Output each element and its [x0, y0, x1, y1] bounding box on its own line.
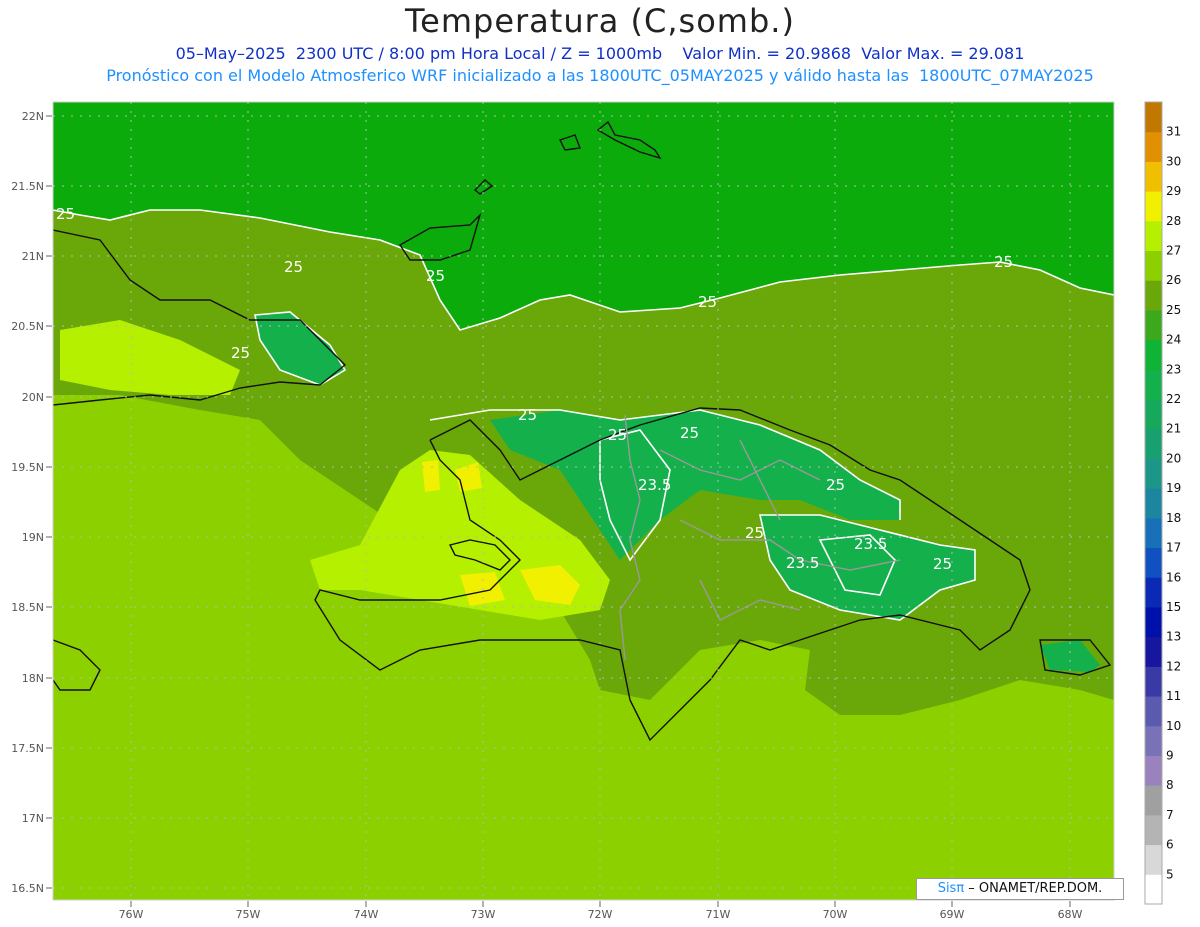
- lat-label: 20N: [22, 391, 44, 404]
- colorbar-label: 29: [1166, 184, 1181, 198]
- colorbar-swatch: [1145, 785, 1162, 816]
- colorbar-swatch: [1145, 399, 1162, 430]
- colorbar-swatch: [1145, 428, 1162, 459]
- contour-label: 25: [698, 293, 717, 311]
- colorbar-swatch: [1145, 250, 1162, 281]
- hot-area-3: [422, 460, 440, 492]
- colorbar-label: 7: [1166, 808, 1174, 822]
- colorbar-swatch: [1145, 517, 1162, 549]
- colorbar-label: 28: [1166, 214, 1181, 228]
- colorbar-label: 27: [1166, 244, 1181, 258]
- colorbar-label: 19: [1166, 481, 1181, 495]
- colorbar-label: 22: [1166, 392, 1181, 406]
- credit-box: Sisπ – ONAMET/REP.DOM.: [916, 878, 1124, 900]
- contour-label: 25: [426, 267, 445, 285]
- colorbar-swatch: [1145, 547, 1162, 578]
- lat-label: 20.5N: [11, 320, 44, 333]
- colorbar-label: 8: [1166, 778, 1174, 792]
- lat-label: 21N: [22, 250, 44, 263]
- credit-brand: Sisπ: [937, 881, 965, 896]
- lon-label: 71W: [706, 908, 731, 921]
- colorbar-swatch: [1145, 874, 1162, 905]
- lat-label: 19.5N: [11, 461, 44, 474]
- colorbar-label: 11: [1166, 689, 1181, 703]
- lon-label: 70W: [823, 908, 848, 921]
- colorbar-label: 30: [1166, 154, 1181, 168]
- lat-label: 17.5N: [11, 742, 44, 755]
- colorbar-label: 5: [1166, 867, 1174, 881]
- lon-label: 74W: [354, 908, 379, 921]
- lat-label: 18.5N: [11, 601, 44, 614]
- lat-label: 18N: [22, 672, 44, 685]
- credit-text: – ONAMET/REP.DOM.: [964, 881, 1103, 896]
- colorbar-swatch: [1145, 458, 1162, 489]
- colorbar-swatch: [1145, 161, 1162, 192]
- lat-label: 22N: [22, 110, 44, 123]
- colorbar-swatch: [1145, 696, 1162, 727]
- contour-label: 23.5: [786, 554, 819, 572]
- colorbar-label: 10: [1166, 719, 1181, 733]
- lon-label: 72W: [588, 908, 613, 921]
- temperature-map: 25 25 25 25 25 25 25 25 25 23.5 25 25 23…: [11, 101, 1181, 921]
- latitude-axis: 22N 21.5N 21N 20.5N 20N 19.5N 19N 18.5N …: [11, 110, 52, 895]
- colorbar-swatch: [1145, 309, 1162, 341]
- colorbar-swatch: [1145, 339, 1162, 370]
- colorbar-swatch: [1145, 577, 1162, 608]
- colorbar-swatch: [1145, 488, 1162, 519]
- colorbar-label: 20: [1166, 451, 1181, 465]
- colorbar-label: 6: [1166, 838, 1174, 852]
- colorbar-label: 31: [1166, 125, 1181, 139]
- colorbar-label: 16: [1166, 570, 1181, 584]
- contour-label: 25: [933, 555, 952, 573]
- contour-label: 25: [608, 426, 627, 444]
- colorbar-swatch: [1145, 844, 1162, 875]
- lon-label: 75W: [236, 908, 261, 921]
- colorbar-label: 9: [1166, 748, 1174, 762]
- colorbar-label: 25: [1166, 303, 1181, 317]
- lon-label: 68W: [1058, 908, 1083, 921]
- lat-label: 19N: [22, 531, 44, 544]
- colorbar-swatch: [1145, 280, 1162, 311]
- longitude-axis: 76W 75W 74W 73W 72W 71W 70W 69W 68W: [119, 901, 1083, 921]
- lat-label: 17N: [22, 812, 44, 825]
- contour-label: 25: [745, 524, 764, 542]
- colorbar-label: 15: [1166, 600, 1181, 614]
- colorbar-swatch: [1145, 131, 1162, 162]
- contour-label: 25: [284, 258, 303, 276]
- lat-label: 21.5N: [11, 180, 44, 193]
- colorbar-swatch: [1145, 755, 1162, 786]
- contour-label: 23.5: [638, 476, 671, 494]
- colorbar-label: 17: [1166, 541, 1181, 555]
- colorbar-label: 12: [1166, 659, 1181, 673]
- colorbar-label: 24: [1166, 333, 1181, 347]
- colorbar-swatch: [1145, 102, 1162, 133]
- map-field: 25 25 25 25 25 25 25 25 25 23.5 25 25 23…: [53, 102, 1114, 900]
- colorbar-swatch: [1145, 636, 1162, 667]
- colorbar-swatch: [1145, 191, 1162, 222]
- colorbar-label: 18: [1166, 511, 1181, 525]
- colorbar-swatch: [1145, 369, 1162, 400]
- lon-label: 76W: [119, 908, 144, 921]
- contour-label: 25: [518, 406, 537, 424]
- colorbar-label: 21: [1166, 422, 1181, 436]
- colorbar-swatch: [1145, 814, 1162, 846]
- colorbar-label: 13: [1166, 630, 1181, 644]
- lat-label: 16.5N: [11, 882, 44, 895]
- colorbar: 5 6 7 8 9 10 11 12 13 15 16 17 18 19 20 21 22 23 24 25 26 27 2…: [1144, 101, 1181, 905]
- colorbar-swatch: [1145, 725, 1162, 756]
- contour-label: 25: [231, 344, 250, 362]
- lon-label: 73W: [471, 908, 496, 921]
- contour-label: 25: [826, 476, 845, 494]
- colorbar-label: 23: [1166, 362, 1181, 376]
- colorbar-swatch: [1145, 666, 1162, 697]
- colorbar-swatch: [1145, 220, 1162, 252]
- contour-label: 25: [56, 205, 75, 223]
- contour-label: 25: [680, 424, 699, 442]
- colorbar-label: 26: [1166, 273, 1181, 287]
- colorbar-swatch: [1145, 606, 1162, 638]
- contour-label: 23.5: [854, 535, 887, 553]
- contour-label: 25: [994, 253, 1013, 271]
- lon-label: 69W: [940, 908, 965, 921]
